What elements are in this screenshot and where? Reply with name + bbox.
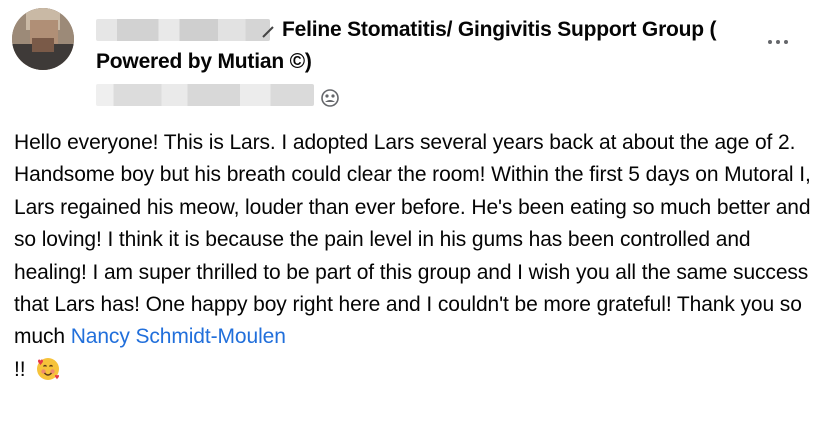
group-name-link[interactable]: Feline Stomatitis/ Gingivitis Support Gr… [96,18,717,73]
post-body-suffix: !! [14,357,26,381]
group-globe-icon[interactable] [320,88,340,108]
avatar[interactable] [12,8,74,70]
more-options-button[interactable] [760,30,796,54]
more-dot-icon [784,40,788,44]
group-post: Feline Stomatitis/ Gingivitis Support Gr… [0,0,830,442]
more-dot-icon [776,40,780,44]
more-dot-icon [768,40,772,44]
group-name-header: Feline Stomatitis/ Gingivitis Support Gr… [96,14,736,78]
post-body: Hello everyone! This is Lars. I adopted … [14,127,820,386]
mention-link[interactable]: Nancy Schmidt-Moulen [71,325,286,348]
post-body-text: Hello everyone! This is Lars. I adopted … [14,131,811,349]
smiling-face-with-hearts-emoji [37,357,60,380]
post-timestamp[interactable] [96,84,314,106]
